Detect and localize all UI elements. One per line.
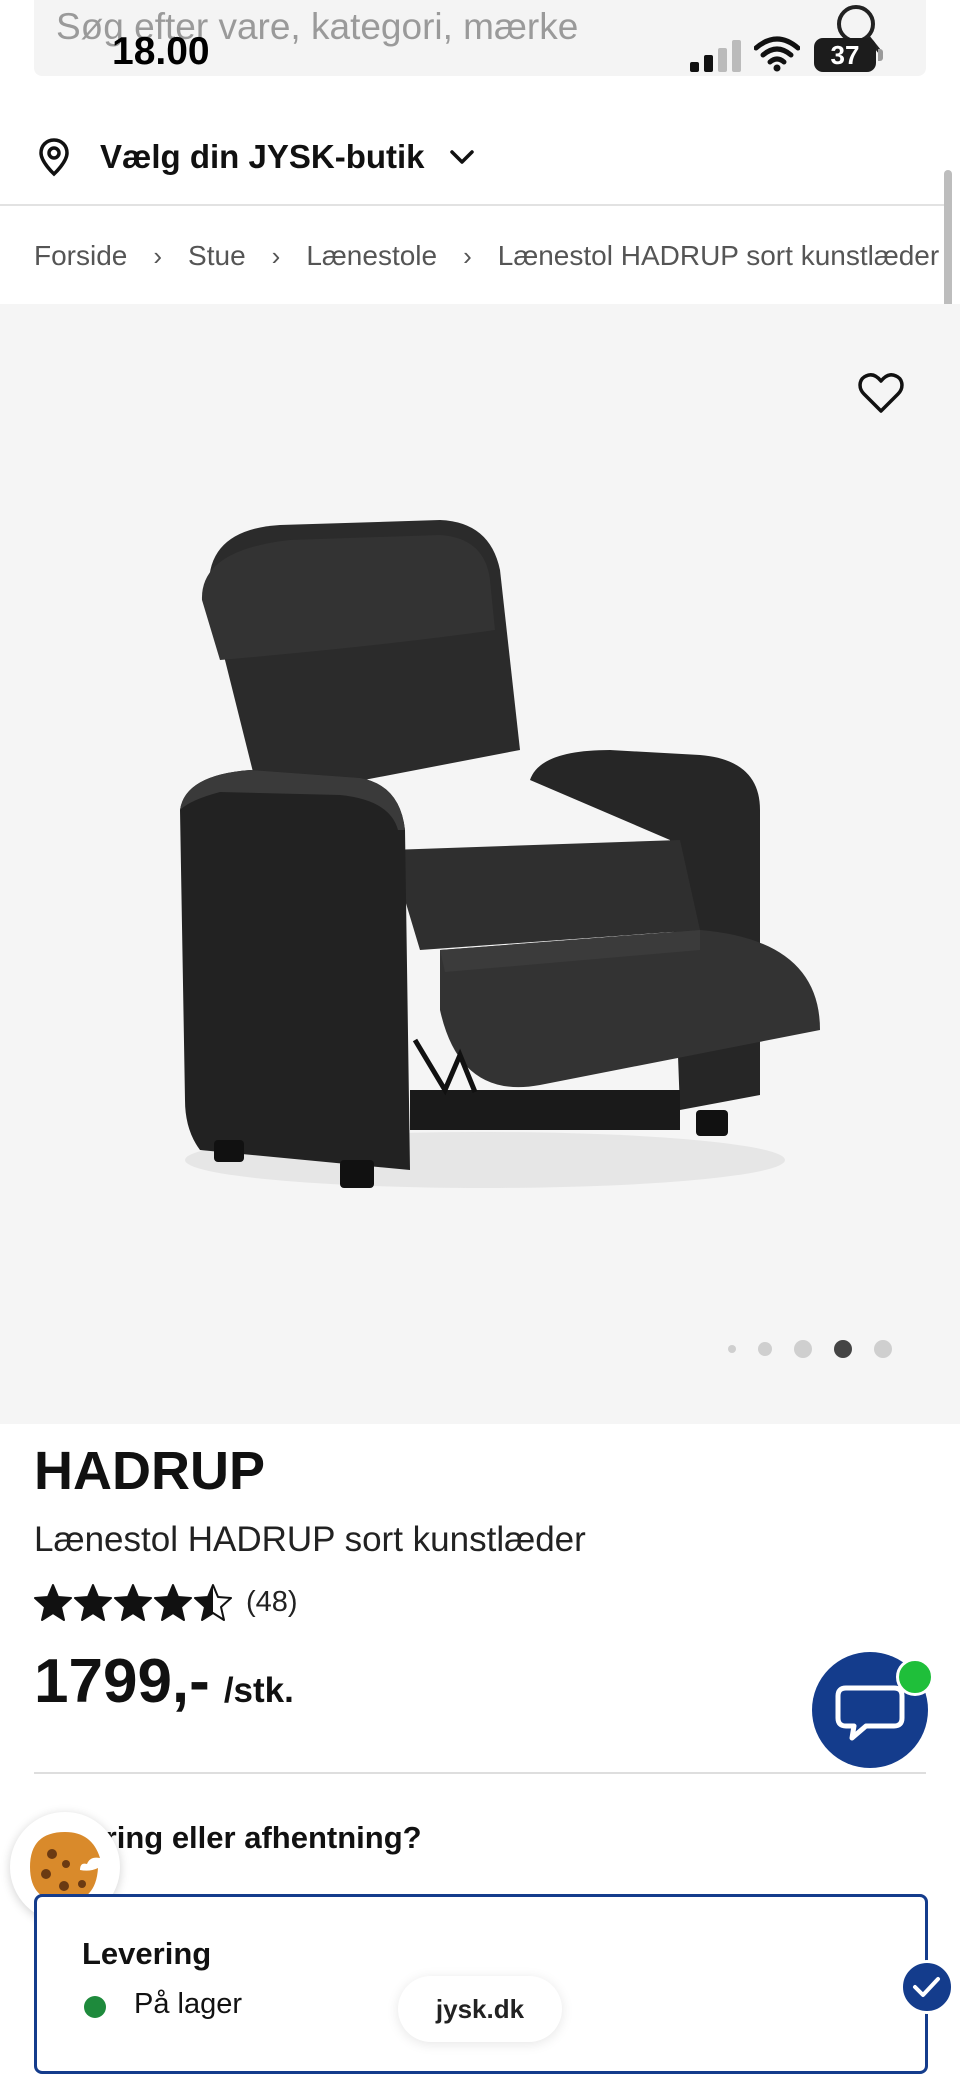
price-unit: /stk. <box>223 1671 294 1710</box>
section-divider <box>34 1772 926 1774</box>
gallery-dot[interactable] <box>728 1345 736 1353</box>
chevron-down-icon <box>449 150 474 164</box>
in-stock-dot <box>84 1996 106 2018</box>
rating-row[interactable]: (48) <box>34 1582 298 1622</box>
star-icon <box>74 1584 112 1621</box>
breadcrumb-item-stue[interactable]: Stue <box>188 240 246 272</box>
gallery-dot[interactable] <box>874 1340 892 1358</box>
gallery-dot[interactable] <box>794 1340 812 1358</box>
selected-check-icon <box>900 1960 954 2014</box>
product-image-recliner <box>180 520 820 1188</box>
store-selector-label: Vælg din JYSK-butik <box>100 138 425 175</box>
status-time: 18.00 <box>112 30 210 73</box>
breadcrumb-separator: › <box>153 240 163 271</box>
store-selector[interactable]: Vælg din JYSK-butik <box>34 128 475 186</box>
signal-icon <box>690 40 741 72</box>
gallery-pagination[interactable] <box>728 1338 914 1360</box>
gallery-dot[interactable] <box>758 1342 772 1356</box>
price-row: 1799,- /stk. <box>34 1646 294 1717</box>
product-name: Lænestol HADRUP sort kunstlæder <box>34 1520 586 1559</box>
breadcrumb-item-laenestole[interactable]: Lænestole <box>306 240 437 272</box>
battery-level: 37 <box>814 38 876 72</box>
checkmark-icon <box>913 1977 940 1997</box>
star-icon <box>154 1584 192 1621</box>
product-brand: HADRUP <box>34 1441 266 1501</box>
breadcrumb: Forside › Stue › Lænestole › Lænestol HA… <box>34 236 939 276</box>
product-price: 1799,- <box>34 1647 210 1716</box>
breadcrumb-separator: › <box>463 240 472 271</box>
star-icon <box>34 1584 72 1621</box>
battery-indicator: 37 <box>814 38 886 72</box>
location-pin-icon <box>39 138 69 177</box>
browser-url-pill[interactable]: jysk.dk <box>398 1976 562 2042</box>
delivery-option-title: Levering <box>82 1936 212 1971</box>
battery-tip <box>878 49 883 61</box>
heart-icon[interactable] <box>858 372 904 414</box>
header-divider <box>0 204 950 206</box>
breadcrumb-item-forside[interactable]: Forside <box>34 240 127 272</box>
review-count[interactable]: (48) <box>246 1586 298 1619</box>
stock-status: På lager <box>134 1988 243 2020</box>
breadcrumb-separator: › <box>271 240 281 271</box>
online-status-dot <box>896 1658 934 1696</box>
breadcrumb-item-current: Lænestol HADRUP sort kunstlæder <box>497 240 940 271</box>
star-icon <box>114 1584 152 1621</box>
rating-stars <box>34 1583 234 1621</box>
gallery-dot[interactable] <box>834 1340 852 1358</box>
star-icon <box>194 1584 232 1621</box>
wifi-icon <box>754 36 800 72</box>
